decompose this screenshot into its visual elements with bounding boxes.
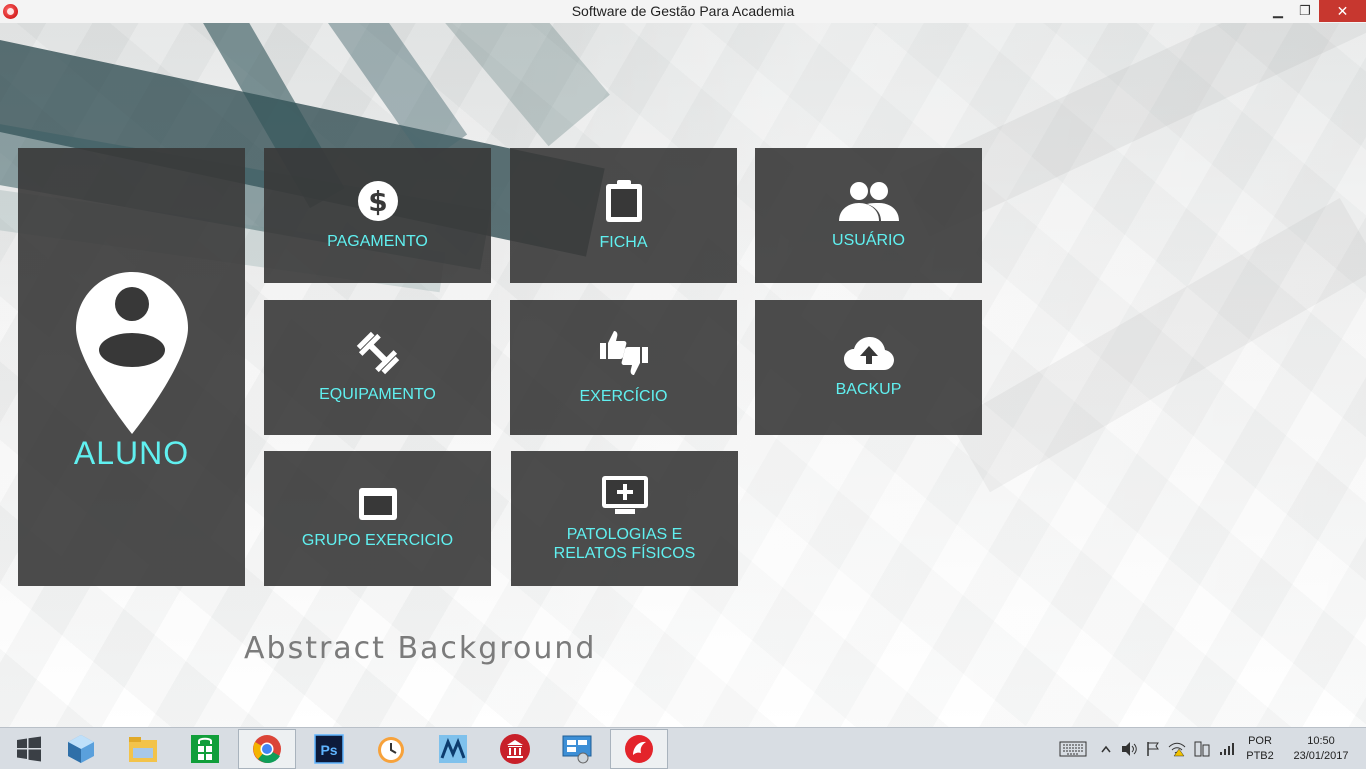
virtualbox-icon[interactable] <box>52 729 110 769</box>
tile-backup-label: BACKUP <box>835 381 902 398</box>
clock-app-icon[interactable] <box>362 729 420 769</box>
clipboard-icon <box>605 180 642 222</box>
start-icon[interactable] <box>0 729 58 769</box>
store-icon[interactable] <box>176 729 234 769</box>
tile-patologias-label: PATOLOGIAS E RELATOS FÍSICOS <box>553 525 696 562</box>
tile-aluno-label: ALUNO <box>73 434 190 471</box>
tile-pagamento-label: PAGAMENTO <box>327 233 428 250</box>
clock[interactable]: 10:50 23/01/2017 <box>1282 728 1360 769</box>
tile-ficha[interactable]: FICHA <box>510 148 737 283</box>
tile-pagamento[interactable]: $ PAGAMENTO <box>264 148 491 283</box>
academia-app-icon[interactable] <box>610 729 668 769</box>
tile-exercicio[interactable]: EXERCÍCIO <box>510 300 737 435</box>
tile-ficha-label: FICHA <box>599 234 648 251</box>
dumbbell-icon <box>356 331 399 375</box>
cloud-upload-icon <box>843 337 894 370</box>
background-stripe <box>950 198 1366 493</box>
close-button[interactable]: ✕ <box>1319 0 1366 22</box>
file-explorer-icon[interactable] <box>114 729 172 769</box>
tile-equipamento-label: EQUIPAMENTO <box>319 386 436 403</box>
keyboard-icon[interactable] <box>1058 728 1088 769</box>
tile-grupo-exercicio-label: GRUPO EXERCICIO <box>301 532 454 549</box>
monitor-plus-icon <box>601 475 648 514</box>
tile-patologias[interactable]: PATOLOGIAS E RELATOS FÍSICOS <box>511 451 738 586</box>
keyboard-layout: PTB2 <box>1246 749 1274 762</box>
main-workspace: ALUNO $ PAGAMENTO FICHA USUÁRIO EQUIPAME… <box>0 23 1366 727</box>
tile-grupo-exercicio[interactable]: GRUPO EXERCICIO <box>264 451 491 586</box>
tile-usuario[interactable]: USUÁRIO <box>755 148 982 283</box>
clock-time: 10:50 <box>1307 734 1335 747</box>
restore-button[interactable]: ❐ <box>1292 0 1318 22</box>
tile-equipamento[interactable]: EQUIPAMENTO <box>264 300 491 435</box>
maxima-icon[interactable] <box>424 729 482 769</box>
tile-aluno[interactable]: ALUNO <box>18 148 245 586</box>
show-hidden-icons-icon[interactable] <box>1098 728 1114 769</box>
action-center-flag-icon[interactable] <box>1142 728 1164 769</box>
svg-text:Ps: Ps <box>320 742 337 758</box>
network-warning-icon[interactable] <box>1166 728 1188 769</box>
window-icon <box>358 488 397 520</box>
taskbar: Ps POR PTB2 10:50 23/01/2017 <box>0 727 1366 769</box>
photoshop-icon[interactable]: Ps <box>300 729 358 769</box>
svg-text:$: $ <box>368 185 387 218</box>
chrome-icon[interactable] <box>238 729 296 769</box>
devices-icon[interactable] <box>1190 728 1214 769</box>
signal-icon[interactable] <box>1216 728 1238 769</box>
tile-exercicio-label: EXERCÍCIO <box>579 388 668 405</box>
language-code: POR <box>1248 734 1272 747</box>
title-bar: Software de Gestão Para Academia ▁ ❐ ✕ <box>0 0 1366 24</box>
map-pin-person-icon <box>75 271 188 434</box>
window-title: Software de Gestão Para Academia <box>571 3 795 19</box>
network-app-icon[interactable] <box>548 729 606 769</box>
minimize-button[interactable]: ▁ <box>1264 0 1292 22</box>
clock-date: 23/01/2017 <box>1293 749 1349 762</box>
thumbs-up-down-icon <box>599 331 648 375</box>
bank-app-icon[interactable] <box>486 729 544 769</box>
language-indicator[interactable]: POR PTB2 <box>1240 728 1280 769</box>
users-icon <box>838 182 899 221</box>
background-caption: Abstract Background <box>244 631 597 666</box>
volume-icon[interactable] <box>1118 728 1140 769</box>
dollar-coin-icon: $ <box>357 181 398 221</box>
tile-backup[interactable]: BACKUP <box>755 300 982 435</box>
tile-usuario-label: USUÁRIO <box>832 232 905 249</box>
